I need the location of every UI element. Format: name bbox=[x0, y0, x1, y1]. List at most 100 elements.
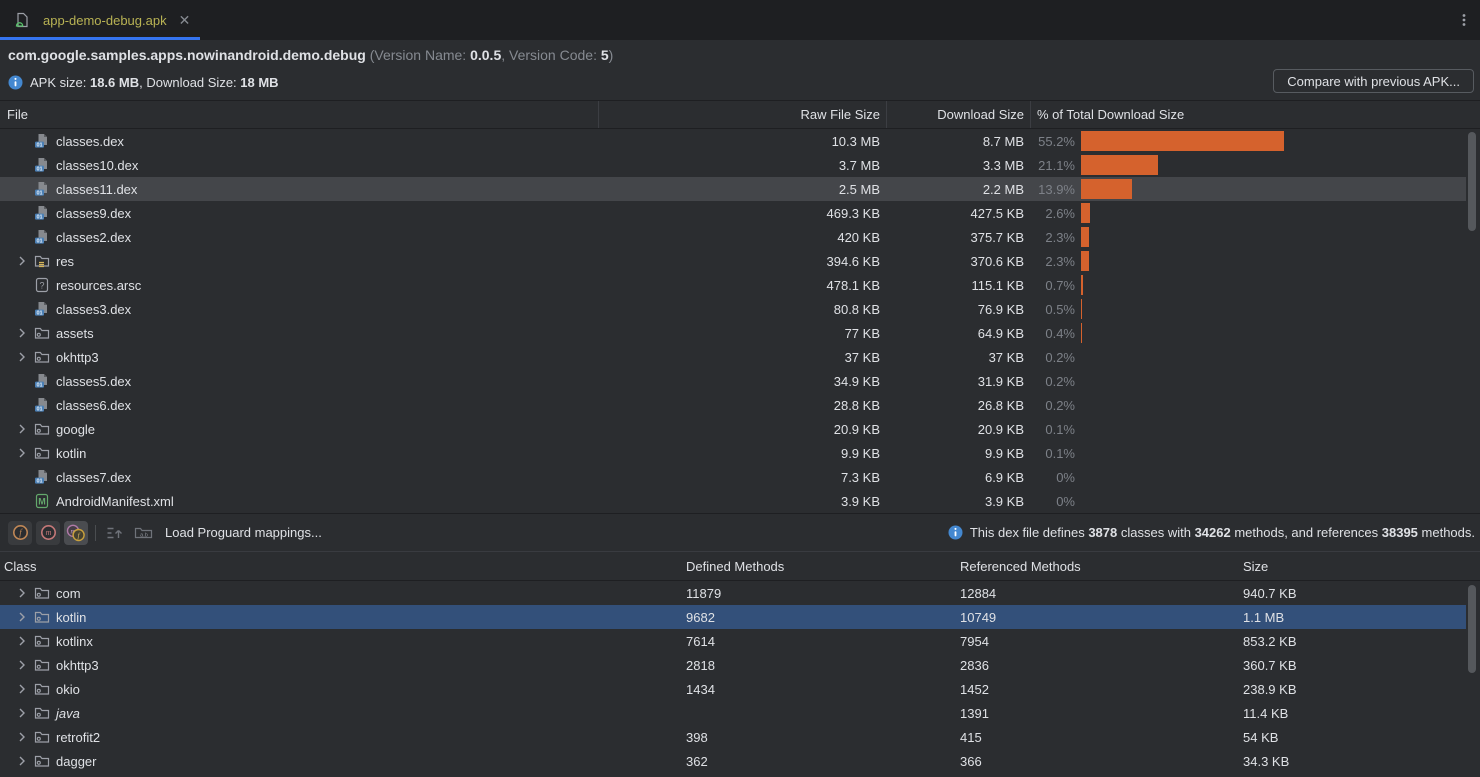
file-row[interactable]: assets77 KB64.9 KB0.4% bbox=[0, 321, 1466, 345]
package-folder-icon bbox=[34, 633, 50, 649]
dex-toolbar: fmmf a.b Load Proguard mappings... This … bbox=[0, 513, 1480, 551]
chevron-right-icon[interactable] bbox=[14, 325, 34, 341]
download-pct: 0% bbox=[1030, 470, 1075, 485]
class-row[interactable]: java139111.4 KB bbox=[0, 701, 1466, 725]
column-header-file[interactable]: File bbox=[0, 101, 598, 128]
download-pct-bar bbox=[1081, 299, 1082, 319]
download-pct: 0.2% bbox=[1030, 350, 1075, 365]
column-header-size[interactable]: Size bbox=[1240, 559, 1480, 574]
chevron-spacer bbox=[14, 229, 34, 245]
chevron-spacer bbox=[14, 181, 34, 197]
chevron-right-icon[interactable] bbox=[14, 609, 34, 625]
class-row[interactable]: kotlinx76147954853.2 KB bbox=[0, 629, 1466, 653]
file-name: kotlin bbox=[56, 446, 86, 461]
file-row[interactable]: ?resources.arsc478.1 KB115.1 KB0.7% bbox=[0, 273, 1466, 297]
chevron-right-icon[interactable] bbox=[14, 421, 34, 437]
column-header-raw-file-size[interactable]: Raw File Size bbox=[598, 101, 886, 128]
file-row[interactable]: 01classes5.dex34.9 KB31.9 KB0.2% bbox=[0, 369, 1466, 393]
file-row[interactable]: 01classes3.dex80.8 KB76.9 KB0.5% bbox=[0, 297, 1466, 321]
info-icon bbox=[8, 75, 23, 90]
download-size: 26.8 KB bbox=[886, 398, 1030, 413]
class-row[interactable]: okio14341452238.9 KB bbox=[0, 677, 1466, 701]
chevron-right-icon[interactable] bbox=[14, 657, 34, 673]
chevron-right-icon[interactable] bbox=[14, 753, 34, 769]
class-row[interactable]: dagger36236634.3 KB bbox=[0, 749, 1466, 773]
class-row[interactable]: com 1187912884940.7 KB bbox=[0, 581, 1466, 605]
tab-app-demo-debug-apk[interactable]: app-demo-debug.apk ✕ bbox=[0, 0, 200, 40]
column-header-pct-total-download[interactable]: % of Total Download Size bbox=[1030, 101, 1480, 128]
class-row[interactable]: retrofit239841554 KB bbox=[0, 725, 1466, 749]
column-header-referenced-methods[interactable]: Referenced Methods bbox=[957, 559, 1240, 574]
referenced-methods: 12884 bbox=[957, 586, 1240, 601]
file-row[interactable]: google20.9 KB20.9 KB0.1% bbox=[0, 417, 1466, 441]
file-table-scrollbar-thumb[interactable] bbox=[1468, 132, 1476, 231]
file-row[interactable]: res394.6 KB370.6 KB2.3% bbox=[0, 249, 1466, 273]
file-name: okhttp3 bbox=[56, 350, 99, 365]
dex-file-icon: 01 bbox=[34, 181, 50, 197]
class-row[interactable]: okhttp328182836360.7 KB bbox=[0, 653, 1466, 677]
dex-file-icon: 01 bbox=[34, 301, 50, 317]
show-fields-toggle[interactable]: f bbox=[8, 521, 32, 545]
file-name: classes11.dex bbox=[56, 182, 137, 197]
show-methods-toggle[interactable]: m bbox=[36, 521, 60, 545]
package-folder-icon bbox=[34, 349, 50, 365]
file-row[interactable]: 01classes9.dex469.3 KB427.5 KB2.6% bbox=[0, 201, 1466, 225]
file-row[interactable]: 01classes10.dex3.7 MB3.3 MB21.1% bbox=[0, 153, 1466, 177]
download-size: 115.1 KB bbox=[886, 278, 1030, 293]
class-name-cell: kotlinx bbox=[0, 633, 683, 649]
compare-with-previous-apk-button[interactable]: Compare with previous APK... bbox=[1273, 69, 1474, 93]
chevron-right-icon[interactable] bbox=[14, 253, 34, 269]
load-proguard-mappings-action[interactable]: Load Proguard mappings... bbox=[165, 525, 322, 540]
dex-file-icon: 01 bbox=[34, 229, 50, 245]
class-name: com bbox=[56, 586, 81, 601]
class-size: 940.7 KB bbox=[1240, 586, 1466, 601]
package-name: com.google.samples.apps.nowinandroid.dem… bbox=[8, 47, 366, 63]
raw-file-size: 37 KB bbox=[598, 350, 886, 365]
file-name: classes5.dex bbox=[56, 374, 131, 389]
chevron-right-icon[interactable] bbox=[14, 705, 34, 721]
download-pct-cell: 13.9% bbox=[1030, 177, 1466, 201]
field-circle-icon: f bbox=[12, 524, 29, 541]
file-row[interactable]: 01classes11.dex2.5 MB2.2 MB13.9% bbox=[0, 177, 1466, 201]
class-row[interactable]: kotlin9682107491.1 MB bbox=[0, 605, 1466, 629]
file-name-cell: 01classes.dex bbox=[0, 133, 598, 149]
chevron-right-icon[interactable] bbox=[14, 681, 34, 697]
column-header-class[interactable]: Class bbox=[0, 559, 683, 574]
download-pct-cell: 0.4% bbox=[1030, 321, 1466, 345]
file-row[interactable]: 01classes2.dex420 KB375.7 KB2.3% bbox=[0, 225, 1466, 249]
file-name-cell: ?resources.arsc bbox=[0, 277, 598, 293]
class-name: dagger bbox=[56, 754, 96, 769]
chevron-right-icon[interactable] bbox=[14, 633, 34, 649]
file-name: classes6.dex bbox=[56, 398, 131, 413]
file-row[interactable]: kotlin9.9 KB9.9 KB0.1% bbox=[0, 441, 1466, 465]
class-table-scrollbar-thumb[interactable] bbox=[1468, 585, 1476, 673]
file-row[interactable]: okhttp337 KB37 KB0.2% bbox=[0, 345, 1466, 369]
chevron-right-icon[interactable] bbox=[14, 585, 34, 601]
download-pct: 0.1% bbox=[1030, 446, 1075, 461]
chevron-right-icon[interactable] bbox=[14, 445, 34, 461]
chevron-spacer bbox=[14, 301, 34, 317]
more-options-button[interactable] bbox=[1456, 12, 1472, 28]
file-row[interactable]: 01classes.dex10.3 MB8.7 MB55.2% bbox=[0, 129, 1466, 153]
file-row[interactable]: MAndroidManifest.xml3.9 KB3.9 KB0% bbox=[0, 489, 1466, 513]
chevron-right-icon[interactable] bbox=[14, 729, 34, 745]
download-pct: 0.5% bbox=[1030, 302, 1075, 317]
raw-file-size: 7.3 KB bbox=[598, 470, 886, 485]
download-pct-cell: 0.2% bbox=[1030, 345, 1466, 369]
file-row[interactable]: 01classes7.dex7.3 KB6.9 KB0% bbox=[0, 465, 1466, 489]
referenced-circle-icon: mf bbox=[66, 524, 86, 542]
raw-file-size: 80.8 KB bbox=[598, 302, 886, 317]
file-row[interactable]: 01classes6.dex28.8 KB26.8 KB0.2% bbox=[0, 393, 1466, 417]
column-header-defined-methods[interactable]: Defined Methods bbox=[683, 559, 957, 574]
referenced-methods: 10749 bbox=[957, 610, 1240, 625]
deobfuscate-names-button: a.b bbox=[131, 522, 155, 544]
close-tab-icon[interactable]: ✕ bbox=[179, 13, 191, 27]
show-referenced-toggle[interactable]: mf bbox=[64, 521, 88, 545]
column-header-download-size[interactable]: Download Size bbox=[886, 101, 1030, 128]
defined-methods: 2818 bbox=[683, 658, 957, 673]
chevron-right-icon[interactable] bbox=[14, 349, 34, 365]
file-name-cell: 01 classes11.dex bbox=[0, 181, 598, 197]
download-size: 31.9 KB bbox=[886, 374, 1030, 389]
defined-methods: 11879 bbox=[683, 586, 957, 601]
file-name: AndroidManifest.xml bbox=[56, 494, 174, 509]
